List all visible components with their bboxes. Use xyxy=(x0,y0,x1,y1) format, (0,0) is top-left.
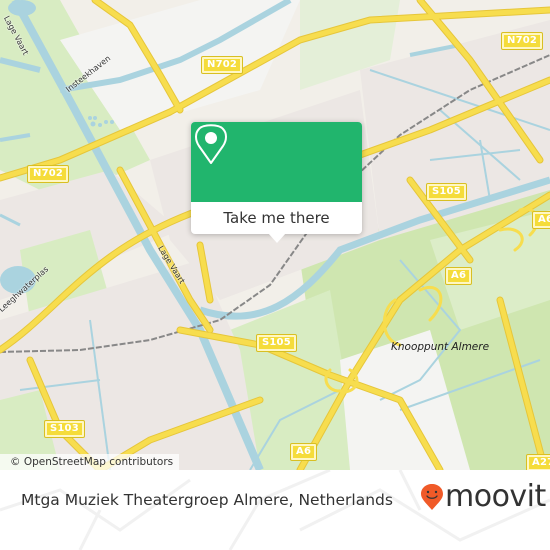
road-shield-s105: S105 xyxy=(257,335,296,351)
moovit-logo[interactable]: moovit xyxy=(420,482,546,512)
road-shield-a6: A6 xyxy=(446,268,472,284)
take-me-there-button[interactable]: Take me there xyxy=(191,202,362,234)
map-view[interactable]: N702 N702 N702 S105 A6 A6 S105 S103 A6 A… xyxy=(0,0,550,470)
moovit-smiley-pin-icon xyxy=(421,484,443,510)
road-shield-s105: S105 xyxy=(427,184,466,200)
road-shield-a6: A6 xyxy=(291,444,317,460)
popup-header xyxy=(191,122,362,202)
lake xyxy=(8,0,36,16)
place-name: Mtga Muziek Theatergroep Almere, Netherl… xyxy=(21,491,393,509)
moovit-wordmark: moovit xyxy=(445,479,546,514)
location-pin-icon xyxy=(195,124,227,164)
road-shield-s103: S103 xyxy=(45,421,84,437)
road-shield-n702: N702 xyxy=(202,57,243,73)
map-attribution[interactable]: © OpenStreetMap contributors xyxy=(0,454,180,470)
footer: Mtga Muziek Theatergroep Almere, Netherl… xyxy=(0,470,550,550)
location-popup: Take me there xyxy=(191,122,362,243)
popup-pointer xyxy=(268,233,286,243)
area-label-knooppunt-almere: Knooppunt Almere xyxy=(391,341,490,353)
road-shield-n702: N702 xyxy=(28,166,69,182)
road-shield-n702: N702 xyxy=(502,33,543,49)
road-shield-a27: A27 xyxy=(527,455,550,470)
road-shield-a6: A6 xyxy=(533,212,550,228)
